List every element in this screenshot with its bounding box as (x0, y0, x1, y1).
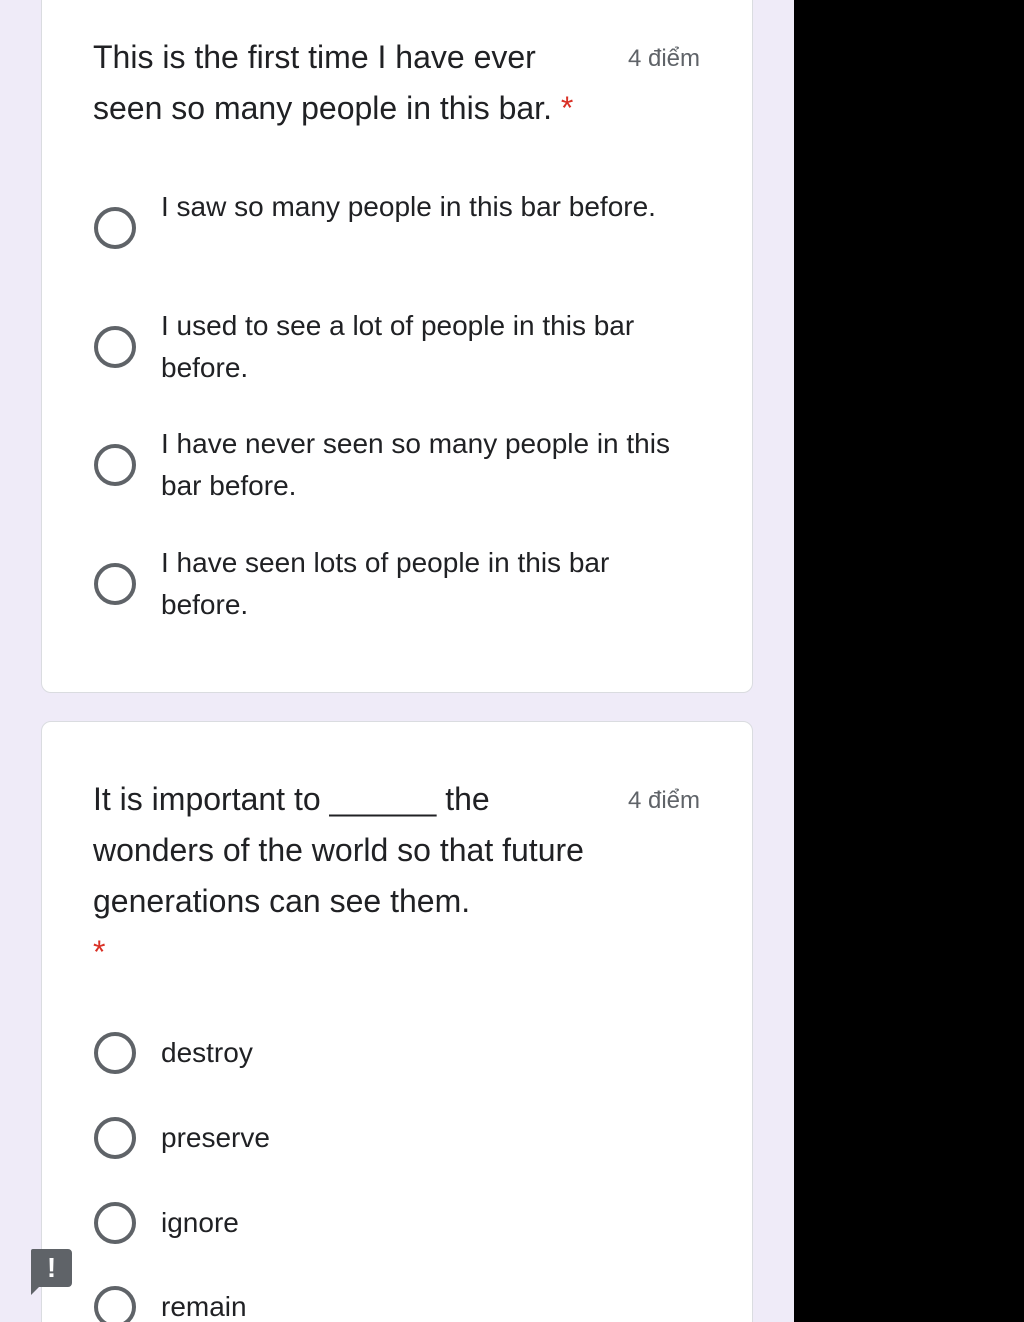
option-label[interactable]: preserve (161, 1117, 691, 1159)
option-1-1[interactable]: I saw so many people in this bar before. (94, 186, 694, 270)
form-background: This is the first time I have ever seen … (0, 0, 794, 1322)
radio-button[interactable] (94, 1202, 136, 1244)
option-label[interactable]: I used to see a lot of people in this ba… (161, 305, 691, 389)
option-2-2[interactable]: preserve (94, 1117, 694, 1159)
option-2-4[interactable]: remain (94, 1286, 694, 1322)
radio-button[interactable] (94, 1286, 136, 1322)
question-title-2: It is important to ______ the wonders of… (93, 774, 608, 978)
required-asterisk-1: * (560, 90, 574, 126)
option-label[interactable]: ignore (161, 1202, 691, 1244)
option-2-3[interactable]: ignore (94, 1202, 694, 1244)
question-text-1: This is the first time I have ever seen … (93, 39, 552, 126)
question-text-2: It is important to ______ the wonders of… (93, 781, 584, 919)
points-label-1: 4 điểm (627, 45, 700, 72)
radio-button[interactable] (94, 563, 136, 605)
radio-button[interactable] (94, 1117, 136, 1159)
exclamation-icon: ! (46, 1252, 57, 1283)
option-1-4[interactable]: I have seen lots of people in this bar b… (94, 542, 694, 626)
option-2-1[interactable]: destroy (94, 1032, 694, 1074)
radio-button[interactable] (94, 444, 136, 486)
points-label-2: 4 điểm (627, 787, 700, 814)
required-asterisk-2: * (93, 934, 106, 970)
radio-button[interactable] (94, 326, 136, 368)
option-label[interactable]: remain (161, 1286, 691, 1322)
option-label[interactable]: I saw so many people in this bar before. (161, 186, 691, 228)
option-label[interactable]: I have never seen so many people in this… (161, 423, 691, 507)
option-label[interactable]: I have seen lots of people in this bar b… (161, 542, 691, 626)
option-1-2[interactable]: I used to see a lot of people in this ba… (94, 305, 694, 389)
option-label[interactable]: destroy (161, 1032, 691, 1074)
radio-button[interactable] (94, 1032, 136, 1074)
feedback-alert-button[interactable]: ! (31, 1249, 72, 1295)
question-card-1: This is the first time I have ever seen … (41, 0, 753, 693)
question-title-1: This is the first time I have ever seen … (93, 32, 593, 134)
question-card-2: It is important to ______ the wonders of… (41, 721, 753, 1322)
radio-button[interactable] (94, 207, 136, 249)
option-1-3[interactable]: I have never seen so many people in this… (94, 423, 694, 507)
